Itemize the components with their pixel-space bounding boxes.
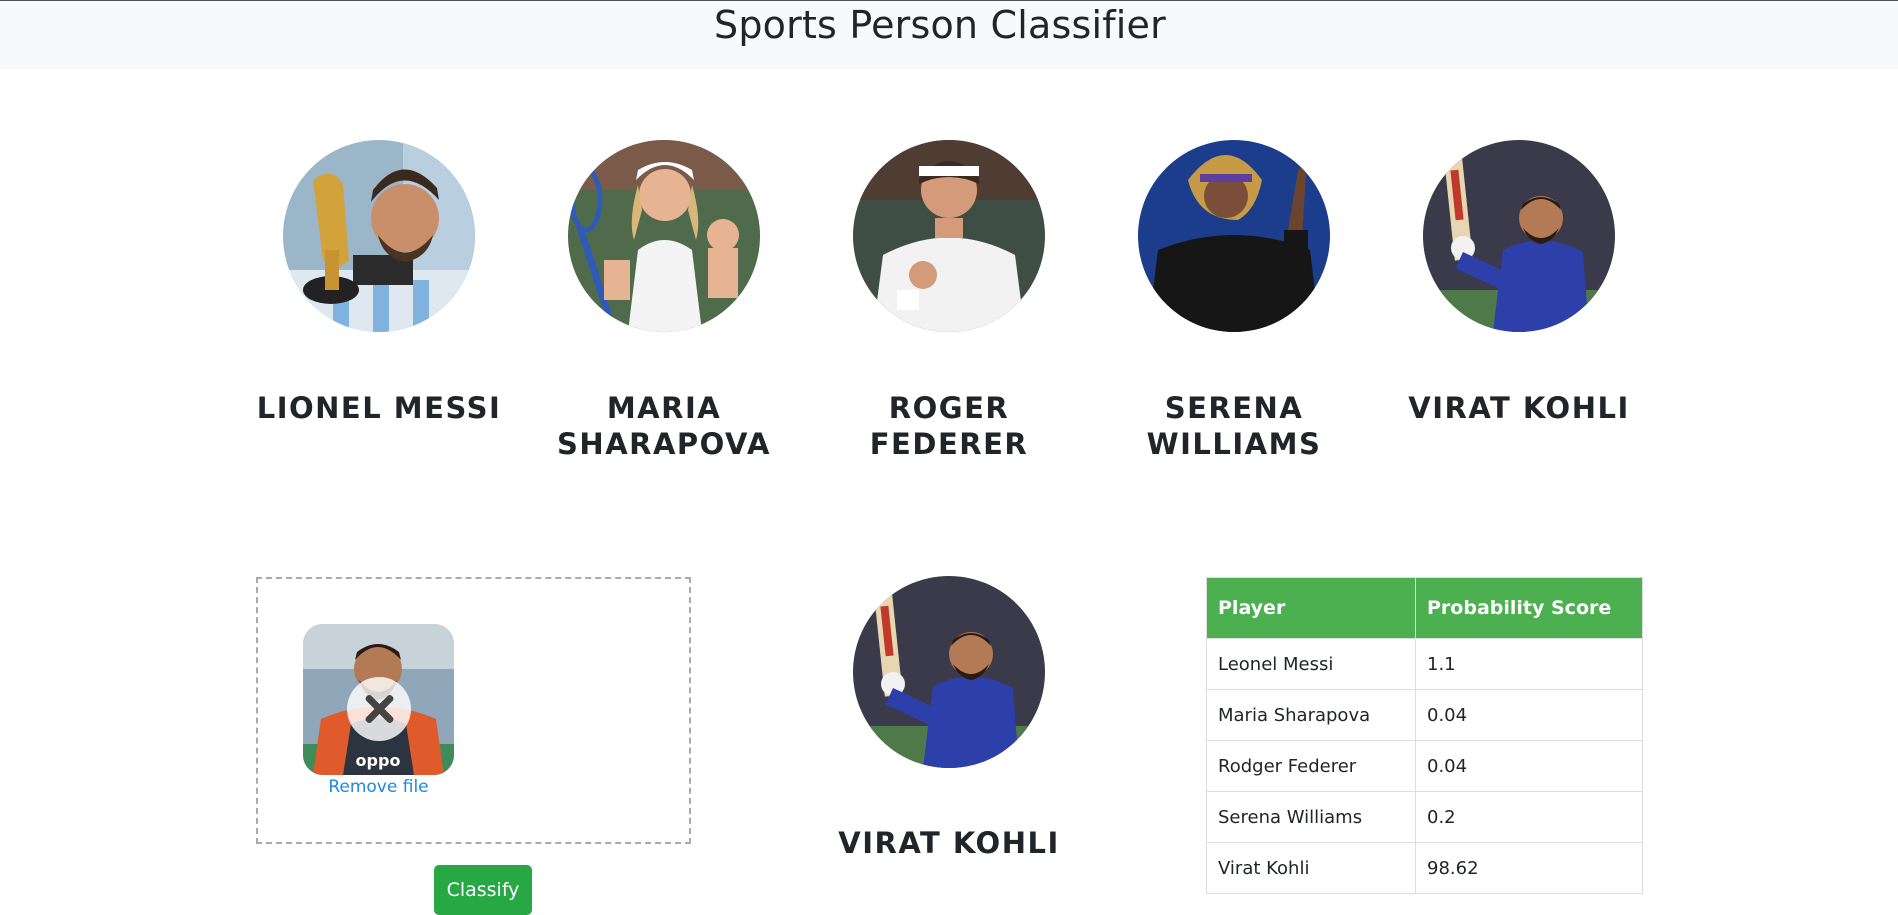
svg-text:oppo: oppo [356, 751, 401, 770]
upload-dropzone[interactable]: oppo Remove file [256, 577, 691, 844]
player-name: Virat Kohli [1408, 391, 1630, 425]
table-header-row: Player Probability Score [1206, 577, 1643, 639]
player-card-federer: Roger Federer [824, 140, 1074, 462]
cell-score: 0.04 [1415, 740, 1643, 792]
cell-score: 98.62 [1415, 842, 1643, 894]
cell-player: Maria Sharapova [1206, 689, 1416, 741]
classify-button[interactable]: Classify [434, 865, 532, 915]
column-header-score: Probability Score [1415, 577, 1643, 639]
result-photo-kohli [853, 576, 1045, 768]
uploaded-image-thumbnail: oppo [303, 624, 454, 775]
cell-score: 0.2 [1415, 791, 1643, 843]
player-name: Serena Williams [1146, 391, 1322, 461]
result-player-name: Virat Kohli [838, 826, 1060, 860]
cell-player: Rodger Federer [1206, 740, 1416, 792]
player-name: Lionel Messi [256, 391, 502, 425]
table-row: Rodger Federer 0.04 [1206, 740, 1643, 792]
classification-result: Virat Kohli [824, 576, 1074, 861]
cell-player: Serena Williams [1206, 791, 1416, 843]
cell-score: 0.04 [1415, 689, 1643, 741]
player-photo-sharapova [568, 140, 760, 332]
player-card-kohli: Virat Kohli [1394, 140, 1644, 426]
player-photo-federer [853, 140, 1045, 332]
page-title: Sports Person Classifier [714, 3, 1166, 47]
remove-file-link[interactable]: Remove file [303, 777, 454, 797]
header-bar: Sports Person Classifier [0, 0, 1898, 69]
cell-player: Leonel Messi [1206, 638, 1416, 690]
player-name: Roger Federer [869, 391, 1029, 461]
remove-file-icon[interactable] [347, 677, 411, 741]
column-header-player: Player [1206, 577, 1416, 639]
table-row: Leonel Messi 1.1 [1206, 638, 1643, 690]
table-row: Virat Kohli 98.62 [1206, 842, 1643, 894]
probability-table: Player Probability Score Leonel Messi 1.… [1206, 577, 1643, 894]
cell-score: 1.1 [1415, 638, 1643, 690]
player-photo-messi [283, 140, 475, 332]
table-row: Serena Williams 0.2 [1206, 791, 1643, 843]
player-card-serena: Serena Williams [1109, 140, 1359, 462]
player-photo-kohli [1423, 140, 1615, 332]
player-card-sharapova: Maria Sharapova [539, 140, 789, 462]
table-row: Maria Sharapova 0.04 [1206, 689, 1643, 741]
player-photo-serena [1138, 140, 1330, 332]
player-card-messi: Lionel Messi [254, 140, 504, 426]
cell-player: Virat Kohli [1206, 842, 1416, 894]
player-name: Maria Sharapova [557, 391, 771, 461]
